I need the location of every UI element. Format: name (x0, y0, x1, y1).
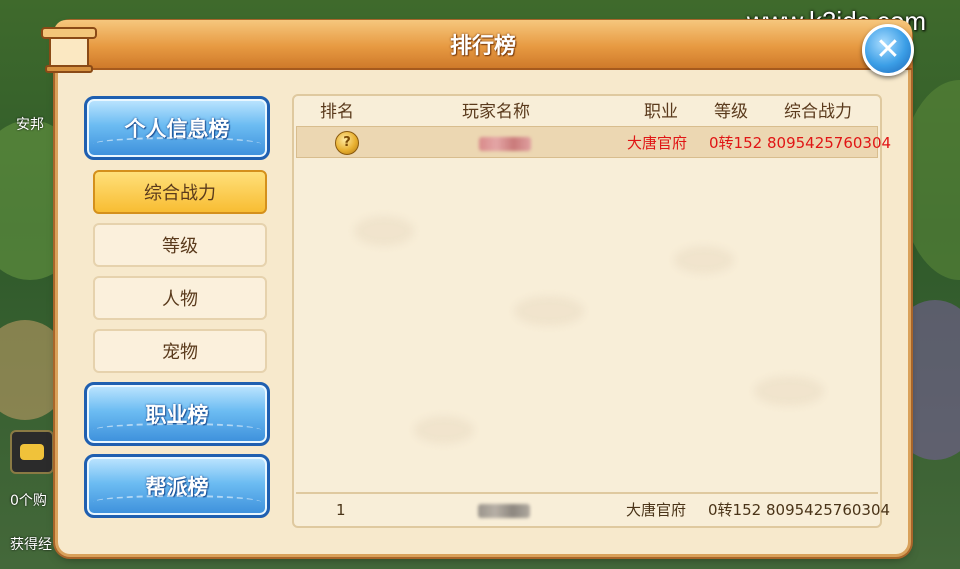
my-profession: 大唐官府 (626, 501, 687, 519)
chat-button[interactable] (10, 430, 54, 474)
scroll-ornament-icon (41, 27, 97, 73)
my-name-blurred (478, 494, 530, 526)
close-icon: ✕ (875, 32, 901, 67)
my-rank: 1 (336, 501, 346, 519)
submenu-character[interactable]: 人物 (93, 276, 267, 320)
scene-text: 0个购 (10, 493, 47, 509)
menu-guild-ranking[interactable]: 帮派榜 (84, 454, 270, 518)
header-rank: 排名 (320, 102, 354, 122)
title-bar: 排行榜 (54, 20, 912, 70)
header-profession: 职业 (644, 102, 678, 122)
my-combat-power: 8095425760304 (766, 501, 891, 519)
ranking-table: 排名 玩家名称 职业 等级 综合战力 ? 大唐官府 0转152 80954257… (292, 94, 891, 528)
window-title: 排行榜 (449, 34, 516, 59)
chat-icon (20, 444, 44, 460)
my-rank-row: 1 大唐官府 0转152 8095425760304 (296, 492, 890, 528)
submenu-combat-power[interactable]: 综合战力 (93, 170, 267, 214)
header-level: 等级 (714, 102, 748, 122)
submenu-pet[interactable]: 宠物 (93, 329, 267, 373)
submenu-label: 等级 (162, 236, 198, 257)
gold-medal-icon: ? (335, 131, 359, 155)
player-name-blurred (479, 127, 531, 159)
submenu-label: 宠物 (162, 342, 198, 363)
submenu-label: 人物 (162, 289, 198, 310)
my-level: 0转152 (708, 501, 762, 519)
ranking-window: 排行榜 个人信息榜 综合战力 等级 人物 宠物 职业榜 帮派榜 排名 玩家名称 … (41, 20, 912, 554)
row-combat-power: 8095425760304 (767, 134, 892, 152)
header-player-name: 玩家名称 (462, 102, 530, 122)
close-button[interactable]: ✕ (862, 24, 914, 76)
header-combat-power: 综合战力 (784, 102, 852, 122)
submenu-level[interactable]: 等级 (93, 223, 267, 267)
table-row[interactable]: ? 大唐官府 0转152 8095425760304 (296, 126, 891, 159)
row-profession: 大唐官府 (627, 134, 688, 152)
scene-text: 获得经 (10, 537, 52, 553)
menu-profession-ranking[interactable]: 职业榜 (84, 382, 270, 446)
scene-text: 安邦 (16, 117, 44, 133)
menu-personal-ranking[interactable]: 个人信息榜 (84, 96, 270, 160)
submenu-label: 综合战力 (144, 183, 216, 204)
row-level: 0转152 (709, 134, 763, 152)
